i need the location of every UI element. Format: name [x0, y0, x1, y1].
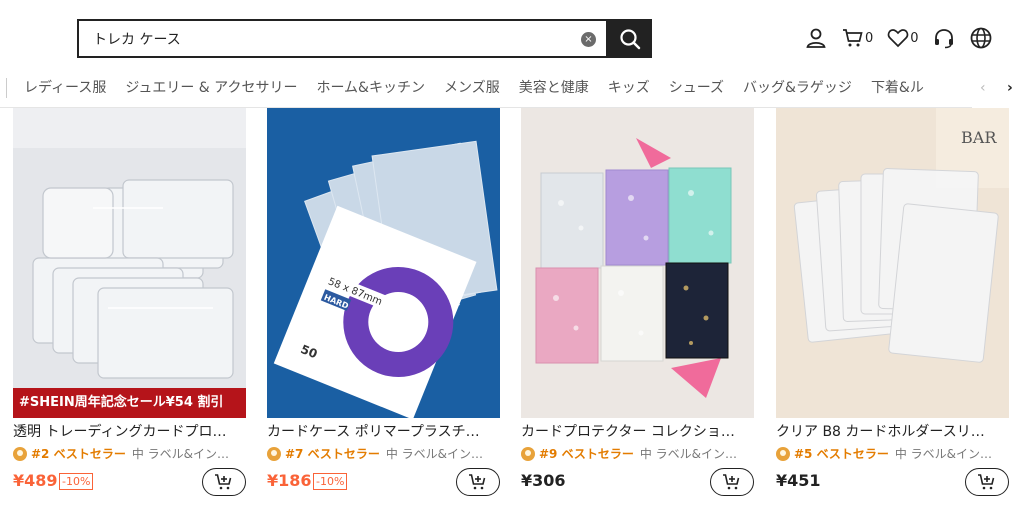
holographic-sleeves-image — [521, 108, 754, 418]
header-icons: 0 0 — [804, 24, 1007, 52]
category-tag[interactable]: 中 ラベル&イン… — [386, 445, 483, 463]
account-button[interactable] — [804, 26, 828, 50]
product-title[interactable]: クリア B8 カードホルダースリ… — [776, 422, 1009, 442]
category-nav: レディース服 ジュエリー & アクセサリー ホーム&キッチン メンズ服 美容と健康 キッズ… — [0, 68, 1024, 108]
cart-header-button[interactable]: 0 — [842, 27, 873, 49]
price-row: ¥489 -10% — [13, 468, 246, 496]
product-price: ¥306 — [521, 471, 566, 490]
bestseller-rank: #9 ベストセラー — [539, 447, 634, 461]
bestseller-icon — [521, 447, 535, 461]
product-title[interactable]: カードケース ポリマープラスチ… — [267, 422, 500, 442]
category-underwear[interactable]: 下着&ル — [871, 68, 924, 108]
category-jewelry[interactable]: ジュエリー & アクセサリー — [125, 68, 297, 108]
b8-card-holder-image: BAR — [776, 108, 1009, 418]
product-title[interactable]: カードプロテクター コレクショ… — [521, 422, 754, 442]
bestseller-rank: #7 ベストセラー — [285, 447, 380, 461]
clear-card-sleeves-image — [13, 108, 246, 418]
category-mens[interactable]: メンズ服 — [444, 68, 500, 108]
bar-text: BAR — [961, 128, 997, 147]
category-shoes[interactable]: シューズ — [669, 68, 724, 108]
category-tag[interactable]: 中 ラベル&イン… — [132, 445, 229, 463]
header: × 0 0 — [0, 0, 1024, 70]
product-card[interactable]: 58 x 87mm HARD 50 カードケース ポリマープラスチ… #7 ベス… — [267, 108, 500, 507]
product-meta: #5 ベストセラー 中 ラベル&イン… — [776, 445, 1009, 463]
cart-icon — [843, 29, 863, 47]
product-image[interactable]: BAR — [776, 108, 1009, 418]
product-card[interactable]: BAR クリア B8 カードホルダースリ… #5 ベストセラー 中 ラベル&イン… — [776, 108, 1009, 507]
product-image[interactable] — [521, 108, 754, 418]
clear-search-button[interactable]: × — [581, 32, 596, 47]
add-to-cart-button[interactable] — [710, 468, 754, 496]
search-box[interactable]: × — [77, 19, 608, 58]
category-home[interactable]: ホーム&キッチン — [316, 68, 425, 108]
price-row: ¥451 — [776, 468, 1009, 496]
price-row: ¥186 -10% — [267, 468, 500, 496]
category-bags[interactable]: バッグ&ラゲッジ — [743, 68, 852, 108]
product-card[interactable]: カードプロテクター コレクショ… #9 ベストセラー 中 ラベル&イン… ¥30… — [521, 108, 754, 507]
headset-icon — [934, 29, 953, 49]
category-beauty[interactable]: 美容と健康 — [519, 68, 589, 108]
bestseller-icon — [267, 447, 281, 461]
category-tag[interactable]: 中 ラベル&イン… — [640, 445, 737, 463]
discount-badge: -10% — [313, 473, 348, 490]
product-title[interactable]: 透明 トレーディングカードプロ… — [13, 422, 246, 442]
category-list: レディース服 ジュエリー & アクセサリー ホーム&キッチン メンズ服 美容と健康 キッズ… — [0, 68, 968, 108]
product-price: ¥451 — [776, 471, 821, 490]
category-nav-arrows: ‹ › — [972, 68, 1024, 108]
add-to-cart-button[interactable] — [965, 468, 1009, 496]
bestseller-icon — [776, 447, 790, 461]
category-tag[interactable]: 中 ラベル&イン… — [895, 445, 992, 463]
globe-icon — [970, 27, 991, 49]
product-image[interactable]: 58 x 87mm HARD 50 — [267, 108, 500, 418]
product-meta: #2 ベストセラー 中 ラベル&イン… — [13, 445, 246, 463]
promo-banner: #SHEIN周年記念セール¥54 割引 — [13, 388, 246, 418]
add-cart-icon — [215, 474, 232, 490]
chevron-right-icon[interactable]: › — [1007, 80, 1013, 96]
cart-count: 0 — [865, 30, 874, 46]
add-cart-icon — [978, 474, 995, 490]
add-cart-icon — [469, 474, 486, 490]
add-to-cart-button[interactable] — [456, 468, 500, 496]
card-case-box-image: 58 x 87mm HARD 50 — [267, 108, 500, 418]
add-cart-icon — [723, 474, 740, 490]
search-icon — [620, 28, 641, 49]
product-meta: #9 ベストセラー 中 ラベル&イン… — [521, 445, 754, 463]
category-womens[interactable]: レディース服 — [24, 68, 106, 108]
bestseller-icon — [13, 447, 27, 461]
product-image[interactable]: #SHEIN周年記念セール¥54 割引 — [13, 108, 246, 418]
language-button[interactable] — [969, 26, 993, 50]
bestseller-rank: #5 ベストセラー — [794, 447, 889, 461]
search-input[interactable] — [93, 30, 573, 47]
product-price: ¥489 — [13, 471, 58, 490]
product-meta: #7 ベストセラー 中 ラベル&イン… — [267, 445, 500, 463]
support-button[interactable] — [933, 27, 955, 49]
bestseller-rank: #2 ベストセラー — [31, 447, 126, 461]
wishlist-button[interactable]: 0 — [887, 27, 919, 49]
category-kids[interactable]: キッズ — [608, 68, 650, 108]
user-icon — [806, 28, 826, 48]
search-button[interactable] — [608, 19, 652, 58]
discount-badge: -10% — [59, 473, 94, 490]
add-to-cart-button[interactable] — [202, 468, 246, 496]
heart-icon — [888, 29, 909, 48]
product-price: ¥186 — [267, 471, 312, 490]
wishlist-count: 0 — [910, 30, 919, 46]
price-row: ¥306 — [521, 468, 754, 496]
chevron-left-icon[interactable]: ‹ — [980, 80, 986, 96]
product-card[interactable]: #SHEIN周年記念セール¥54 割引 透明 トレーディングカードプロ… #2 … — [13, 108, 246, 507]
